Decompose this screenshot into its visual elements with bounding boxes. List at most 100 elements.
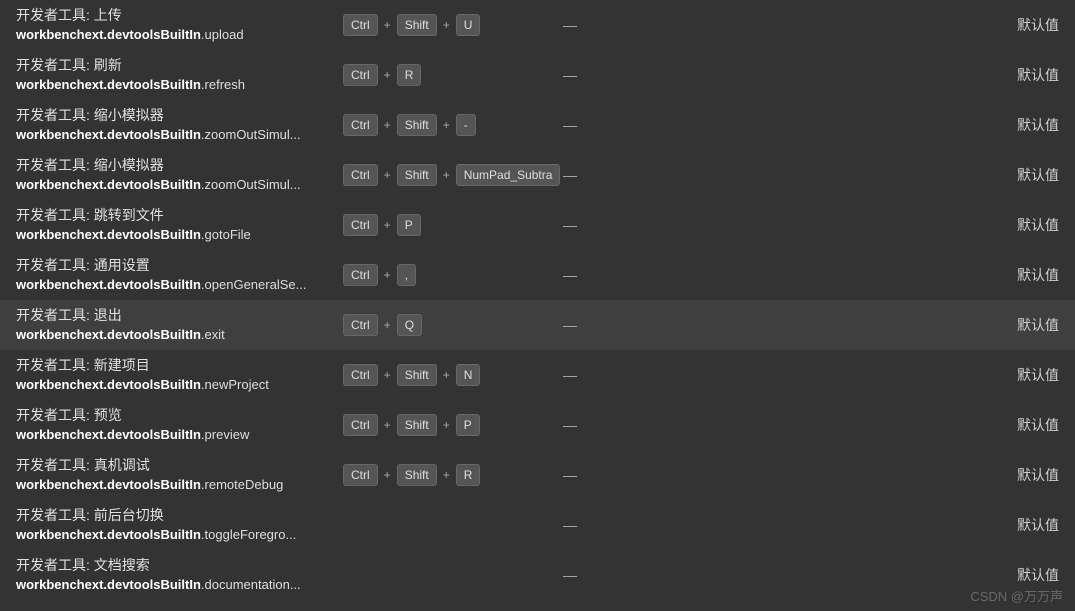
when-column: —: [563, 467, 603, 483]
keybinding-column[interactable]: Ctrl+Shift+R: [343, 464, 563, 487]
key-separator: +: [382, 218, 393, 232]
keybinding-column[interactable]: Ctrl+P: [343, 214, 563, 237]
source-column: 默认值: [999, 415, 1059, 435]
command-column: 开发者工具: 通用设置workbenchext.devtoolsBuiltIn.…: [16, 256, 343, 294]
key-badge: -: [456, 114, 476, 137]
key-separator: +: [382, 268, 393, 282]
keybinding-column[interactable]: Ctrl+Shift+-: [343, 114, 563, 137]
shortcut-row[interactable]: 开发者工具: 刷新workbenchext.devtoolsBuiltIn.re…: [0, 50, 1075, 100]
shortcut-row[interactable]: 开发者工具: 退出workbenchext.devtoolsBuiltIn.ex…: [0, 300, 1075, 350]
command-title: 开发者工具: 上传: [16, 6, 343, 26]
command-id: workbenchext.devtoolsBuiltIn.documentati…: [16, 576, 343, 594]
command-id: workbenchext.devtoolsBuiltIn.remoteDebug: [16, 476, 343, 494]
shortcut-row[interactable]: 开发者工具: 缩小模拟器workbenchext.devtoolsBuiltIn…: [0, 150, 1075, 200]
key-badge: Ctrl: [343, 314, 378, 337]
keybinding-column[interactable]: Ctrl+,: [343, 264, 563, 287]
command-title: 开发者工具: 缩小模拟器: [16, 156, 343, 176]
when-value: —: [563, 517, 577, 533]
shortcut-row[interactable]: 开发者工具: 通用设置workbenchext.devtoolsBuiltIn.…: [0, 250, 1075, 300]
command-title: 开发者工具: 通用设置: [16, 256, 343, 276]
shortcut-row[interactable]: 开发者工具: 跳转到文件workbenchext.devtoolsBuiltIn…: [0, 200, 1075, 250]
source-column: 默认值: [999, 15, 1059, 35]
when-value: —: [563, 67, 577, 83]
key-badge: R: [456, 464, 481, 487]
source-column: 默认值: [999, 365, 1059, 385]
keyboard-shortcuts-list: 开发者工具: 上传workbenchext.devtoolsBuiltIn.up…: [0, 0, 1075, 600]
key-separator: +: [382, 68, 393, 82]
shortcut-row[interactable]: 开发者工具: 缩小模拟器workbenchext.devtoolsBuiltIn…: [0, 100, 1075, 150]
command-id: workbenchext.devtoolsBuiltIn.preview: [16, 426, 343, 444]
key-badge: Ctrl: [343, 64, 378, 87]
command-column: 开发者工具: 跳转到文件workbenchext.devtoolsBuiltIn…: [16, 206, 343, 244]
shortcut-row[interactable]: 开发者工具: 前后台切换workbenchext.devtoolsBuiltIn…: [0, 500, 1075, 550]
source-column: 默认值: [999, 115, 1059, 135]
key-badge: R: [397, 64, 422, 87]
command-column: 开发者工具: 缩小模拟器workbenchext.devtoolsBuiltIn…: [16, 156, 343, 194]
command-title: 开发者工具: 新建项目: [16, 356, 343, 376]
keybinding-column[interactable]: Ctrl+Shift+N: [343, 364, 563, 387]
key-badge: Ctrl: [343, 114, 378, 137]
command-id: workbenchext.devtoolsBuiltIn.newProject: [16, 376, 343, 394]
shortcut-row[interactable]: 开发者工具: 文档搜索workbenchext.devtoolsBuiltIn.…: [0, 550, 1075, 600]
command-id: workbenchext.devtoolsBuiltIn.gotoFile: [16, 226, 343, 244]
key-separator: +: [441, 18, 452, 32]
when-column: —: [563, 267, 603, 283]
key-badge: Shift: [397, 14, 437, 37]
when-value: —: [563, 217, 577, 233]
when-value: —: [563, 467, 577, 483]
command-title: 开发者工具: 文档搜索: [16, 556, 343, 576]
when-column: —: [563, 567, 603, 583]
key-badge: Shift: [397, 364, 437, 387]
shortcut-row[interactable]: 开发者工具: 预览workbenchext.devtoolsBuiltIn.pr…: [0, 400, 1075, 450]
when-value: —: [563, 367, 577, 383]
source-column: 默认值: [999, 65, 1059, 85]
command-id: workbenchext.devtoolsBuiltIn.refresh: [16, 76, 343, 94]
command-title: 开发者工具: 真机调试: [16, 456, 343, 476]
source-column: 默认值: [999, 315, 1059, 335]
source-column: 默认值: [999, 465, 1059, 485]
key-badge: Ctrl: [343, 14, 378, 37]
key-separator: +: [382, 368, 393, 382]
keybinding-column[interactable]: Ctrl+Shift+NumPad_Subtra: [343, 164, 563, 187]
command-column: 开发者工具: 退出workbenchext.devtoolsBuiltIn.ex…: [16, 306, 343, 344]
key-separator: +: [382, 418, 393, 432]
keybinding-column[interactable]: Ctrl+Shift+U: [343, 14, 563, 37]
command-id: workbenchext.devtoolsBuiltIn.toggleForeg…: [16, 526, 343, 544]
key-badge: Shift: [397, 114, 437, 137]
source-column: 默认值: [999, 265, 1059, 285]
shortcut-row[interactable]: 开发者工具: 新建项目workbenchext.devtoolsBuiltIn.…: [0, 350, 1075, 400]
key-badge: Shift: [397, 414, 437, 437]
when-column: —: [563, 167, 603, 183]
key-separator: +: [441, 418, 452, 432]
when-value: —: [563, 317, 577, 333]
key-badge: ,: [397, 264, 416, 287]
key-badge: Ctrl: [343, 164, 378, 187]
command-column: 开发者工具: 上传workbenchext.devtoolsBuiltIn.up…: [16, 6, 343, 44]
key-badge: P: [456, 414, 480, 437]
command-id: workbenchext.devtoolsBuiltIn.zoomOutSimu…: [16, 126, 343, 144]
command-title: 开发者工具: 预览: [16, 406, 343, 426]
when-value: —: [563, 117, 577, 133]
keybinding-column[interactable]: Ctrl + R: [343, 64, 563, 87]
when-value: —: [563, 167, 577, 183]
key-badge: Ctrl: [343, 214, 378, 237]
key-separator: +: [382, 468, 393, 482]
keybinding-column[interactable]: Ctrl+Q: [343, 314, 563, 337]
command-title: 开发者工具: 退出: [16, 306, 343, 326]
when-column: —: [563, 367, 603, 383]
when-value: —: [563, 567, 577, 583]
shortcut-row[interactable]: 开发者工具: 真机调试workbenchext.devtoolsBuiltIn.…: [0, 450, 1075, 500]
key-separator: +: [382, 168, 393, 182]
keybinding-column[interactable]: Ctrl + Shift + P: [343, 414, 563, 437]
shortcut-row[interactable]: 开发者工具: 上传workbenchext.devtoolsBuiltIn.up…: [0, 0, 1075, 50]
key-badge: Ctrl: [343, 464, 378, 487]
command-column: 开发者工具: 新建项目workbenchext.devtoolsBuiltIn.…: [16, 356, 343, 394]
key-badge: Ctrl: [343, 414, 378, 437]
when-value: —: [563, 267, 577, 283]
command-title: 开发者工具: 跳转到文件: [16, 206, 343, 226]
when-value: —: [563, 417, 577, 433]
command-title: 开发者工具: 缩小模拟器: [16, 106, 343, 126]
source-column: 默认值: [999, 165, 1059, 185]
when-column: —: [563, 217, 603, 233]
key-separator: +: [441, 168, 452, 182]
